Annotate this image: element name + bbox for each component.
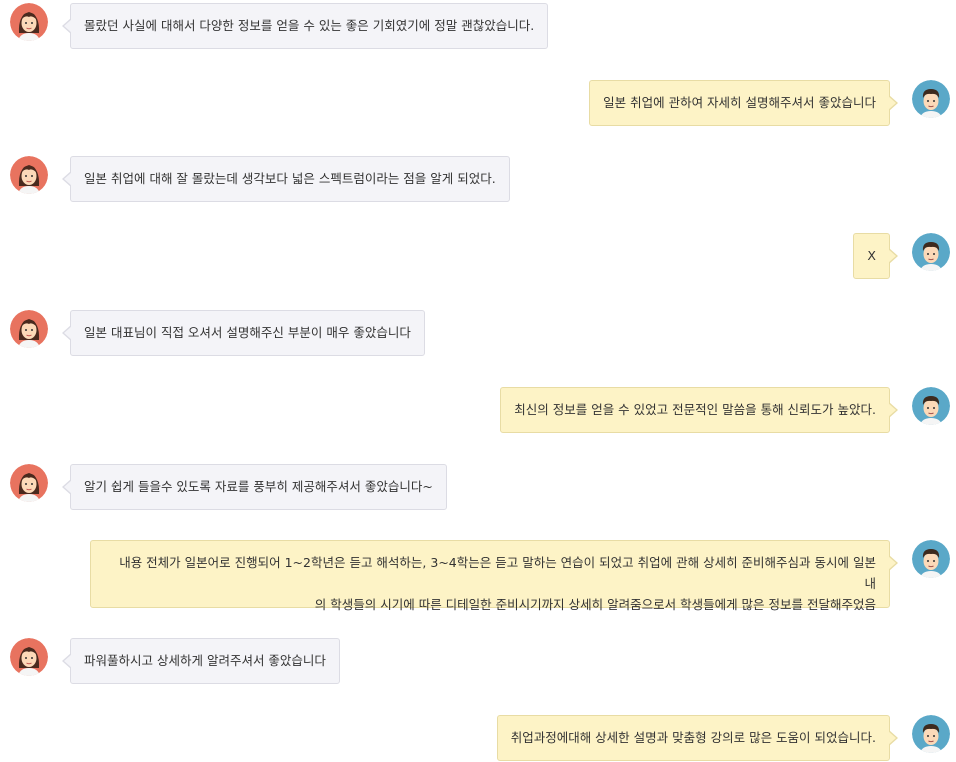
chat-bubble: 일본 대표님이 직접 오셔서 설명해주신 부분이 매우 좋았습니다 (62, 310, 425, 356)
male-avatar-icon (912, 540, 950, 578)
female-avatar-icon (10, 3, 48, 41)
chat-bubble: 최신의 정보를 얻을 수 있었고 전문적인 말씀을 통해 신뢰도가 높았다. (500, 387, 898, 433)
chat-bubble: 파워풀하시고 상세하게 알려주셔서 좋았습니다 (62, 638, 340, 684)
chat-bubble: 내용 전체가 일본어로 진행되어 1~2학년은 듣고 해석하는, 3~4학는은 … (90, 540, 898, 612)
male-avatar-icon (912, 80, 950, 118)
chat-bubble: 일본 취업에 관하여 자세히 설명해주셔서 좋았습니다 (589, 80, 898, 126)
female-avatar-icon (10, 638, 48, 676)
chat-bubble-line: 내용 전체가 일본어로 진행되어 1~2학년은 듣고 해석하는, 3~4학는은 … (119, 555, 876, 591)
chat-bubble: 일본 취업에 대해 잘 몰랐는데 생각보다 넓은 스펙트럼이라는 점을 알게 되… (62, 156, 510, 202)
female-avatar-icon (10, 156, 48, 194)
chat-bubble-line: 의 학생들의 시기에 따른 디테일한 준비시기까지 상세히 알려줌으로서 학생들… (314, 597, 876, 612)
male-avatar-icon (912, 387, 950, 425)
chat-bubble: 취업과정에대해 상세한 설명과 맞춤형 강의로 많은 도움이 되었습니다. (496, 715, 899, 761)
chat-thread: 몰랐던 사실에 대해서 다양한 정보를 얻을 수 있는 좋은 기회였기에 정말 … (0, 0, 956, 762)
female-avatar-icon (10, 310, 48, 348)
chat-bubble: 몰랐던 사실에 대해서 다양한 정보를 얻을 수 있는 좋은 기회였기에 정말 … (61, 3, 549, 49)
female-avatar-icon (10, 464, 48, 502)
chat-bubble: 알기 쉽게 들을수 있도록 자료를 풍부히 제공해주셔서 좋았습니다~ (62, 464, 447, 510)
chat-bubble: X (853, 233, 898, 279)
male-avatar-icon (912, 715, 950, 753)
male-avatar-icon (912, 233, 950, 271)
